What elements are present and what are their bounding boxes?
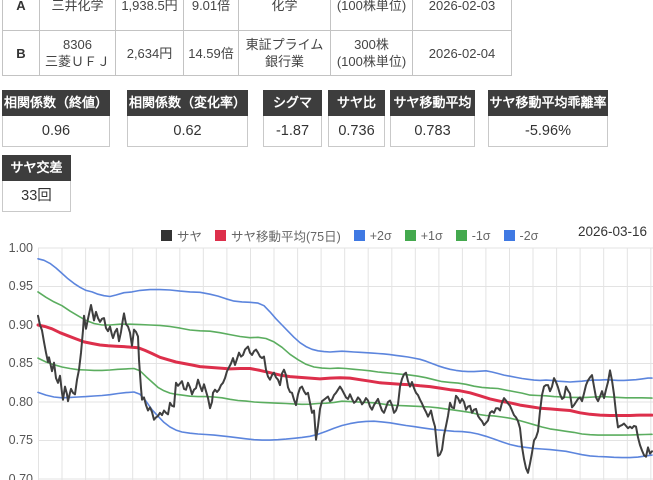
legend-label: +1σ [420, 228, 443, 243]
stock-a-price: 1,938.5円 [115, 0, 184, 31]
badge-correlation-close-value: 0.96 [2, 116, 110, 147]
badge-correlation-change-label: 相関係数（変化率） [127, 90, 248, 116]
stock-a-date: 2026-02-03 [412, 0, 512, 31]
badge-correlation-close: 相関係数（終値） 0.96 [2, 90, 110, 147]
legend-item-plus2sigma: +2σ [353, 228, 392, 243]
badge-correlation-close-label: 相関係数（終値） [2, 90, 110, 116]
stock-a-name: 三井化学 [51, 0, 104, 13]
stock-a-per: 9.01倍 [183, 0, 239, 31]
badge-sigma: シグマ -1.87 [263, 90, 322, 147]
plus1sigma-swatch-icon [404, 230, 416, 241]
badge-sigma-value: -1.87 [263, 116, 322, 147]
legend-item-minus1sigma: -1σ [455, 228, 491, 243]
legend-label: -1σ [471, 228, 491, 243]
badge-saya-cross: サヤ交差 33回 [2, 155, 71, 212]
stock-b-name: 三菱ＵＦＪ [44, 54, 110, 69]
stock-b-sector: 銀行業 [264, 54, 304, 69]
stock-b-share-unit: (100株単位) [336, 54, 407, 69]
stock-b-code: 8306 [63, 37, 92, 52]
stock-a-share-unit: (100株単位) [336, 0, 407, 13]
stock-b-market: 東証プライム [245, 37, 324, 52]
stock-b-shares: 300株 (100株単位) [330, 30, 413, 76]
badge-saya-cross-label: サヤ交差 [2, 155, 71, 181]
badge-saya-cross-value: 33回 [2, 181, 71, 212]
stock-b-date: 2026-02-04 [412, 30, 512, 76]
stock-a-sector: 化学 [271, 0, 298, 13]
badge-correlation-change-value: 0.62 [127, 116, 248, 147]
stock-b-share-count: 300株 [354, 37, 389, 52]
stock-b-code-name: 8306 三菱ＵＦＪ [39, 30, 116, 76]
saya-ma-swatch-icon [215, 230, 227, 241]
badge-saya-ratio-value: 0.736 [328, 116, 385, 147]
stock-a-code-name: 三井化学 [39, 0, 116, 31]
table-row-stock-b: B 8306 三菱ＵＦＪ 2,634円 14.59倍 東証プライム 銀行業 30… [2, 30, 512, 76]
table-row-stock-a: A 三井化学 1,938.5円 9.01倍 化学 (100株単位) 2026-0… [2, 0, 512, 31]
chart-date-label: 2026-03-16 [577, 224, 647, 239]
badge-saya-ratio-label: サヤ比 [328, 90, 385, 116]
legend-item-plus1sigma: +1σ [404, 228, 443, 243]
badge-saya-ma-deviation-value: -5.96% [488, 116, 608, 147]
stock-a-industry: 化学 [238, 0, 331, 31]
stock-b-per: 14.59倍 [183, 30, 239, 76]
badge-saya-ma-deviation-label: サヤ移動平均乖離率 [488, 90, 608, 116]
badge-saya-ratio: サヤ比 0.736 [328, 90, 385, 147]
legend-label: -2σ [519, 228, 539, 243]
stock-a-label: A [2, 0, 40, 31]
badge-saya-ma: サヤ移動平均 0.783 [390, 90, 475, 147]
minus1sigma-swatch-icon [455, 230, 467, 241]
pair-trading-screen: A 三井化学 1,938.5円 9.01倍 化学 (100株単位) 2026-0… [0, 0, 653, 480]
stock-b-label: B [2, 30, 40, 76]
saya-swatch-icon [161, 230, 172, 241]
legend-item-minus2sigma: -2σ [503, 228, 539, 243]
stock-a-shares: (100株単位) [330, 0, 413, 31]
stock-pair-table: A 三井化学 1,938.5円 9.01倍 化学 (100株単位) 2026-0… [2, 0, 512, 76]
badge-saya-ma-label: サヤ移動平均 [390, 90, 475, 116]
grid [38, 247, 653, 480]
stock-b-price: 2,634円 [115, 30, 184, 76]
minus2sigma-swatch-icon [503, 230, 515, 241]
stock-b-industry: 東証プライム 銀行業 [238, 30, 331, 76]
badge-correlation-change: 相関係数（変化率） 0.62 [127, 90, 248, 147]
legend-label: +2σ [369, 228, 392, 243]
badge-sigma-label: シグマ [263, 90, 322, 116]
plus2sigma-swatch-icon [353, 230, 365, 241]
saya-chart [36, 247, 653, 480]
badge-saya-ma-value: 0.783 [390, 116, 475, 147]
badge-saya-ma-deviation: サヤ移動平均乖離率 -5.96% [488, 90, 608, 147]
